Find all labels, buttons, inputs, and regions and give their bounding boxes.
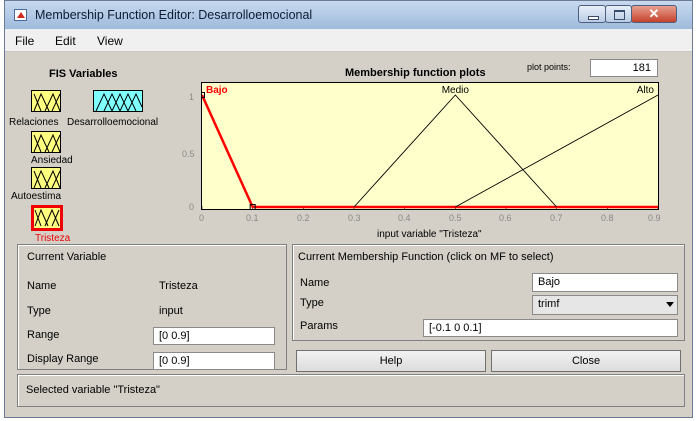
help-button[interactable]: Help [296,350,486,372]
mf-type-value: trimf [538,298,560,310]
cv-name-label: Name [27,280,57,292]
mf-type-select[interactable]: trimf [532,295,678,315]
x-tick: 0.8 [601,213,614,223]
mf-series-alto[interactable] [455,94,658,208]
menu-view[interactable]: View [97,34,123,48]
window-title: Membership Function Editor: Desarrolloem… [35,8,313,22]
minimize-button[interactable] [578,5,606,23]
y-tick-1: 1 [189,92,195,102]
close-button[interactable]: Close [491,350,681,372]
y-tick-0: 0 [189,202,195,212]
current-mf-heading: Current Membership Function (click on MF… [298,251,554,263]
mf-label-bajo[interactable]: Bajo [206,85,228,96]
mf-plot-area[interactable]: Bajo Medio Alto [201,82,659,210]
cv-range-input[interactable]: [0 0.9] [153,327,275,345]
fis-var-relaciones-label: Relaciones [9,117,59,128]
close-icon: ✕ [648,6,660,21]
mf-name-label: Name [300,277,330,289]
fis-var-autoestima-label: Autoestima [11,191,62,202]
mf-series-medio[interactable] [353,94,558,208]
cv-display-range-label: Display Range [27,353,99,365]
fis-var-desarrolloemocional-label: Desarrolloemocional [67,117,159,128]
fis-var-autoestima-icon[interactable] [31,167,61,189]
menu-file[interactable]: File [15,34,34,48]
cv-name-value: Tristeza [159,280,198,292]
x-tick: 0.3 [348,213,361,223]
matlab-app-icon [14,9,27,21]
status-text: Selected variable "Tristeza" [26,384,160,396]
fis-var-ansiedad-label: Ansiedad [31,155,73,166]
mf-type-label: Type [300,297,324,309]
fis-var-relaciones-icon[interactable] [31,90,61,112]
x-tick: 0.6 [499,213,512,223]
menu-edit[interactable]: Edit [55,34,76,48]
plot-x-axis-label: input variable "Tristeza" [377,229,482,240]
x-tick: 0.5 [449,213,462,223]
editor-window: Membership Function Editor: Desarrolloem… [4,0,693,418]
mf-label-alto[interactable]: Alto [637,85,655,96]
plot-title: Membership function plots [345,67,486,79]
maximize-button[interactable] [605,5,632,23]
x-tick: 0.1 [246,213,259,223]
cv-type-value: input [159,305,183,317]
plot-points-input[interactable]: 181 [590,59,658,77]
x-tick: 0 [199,213,205,223]
x-tick: 0.7 [550,213,563,223]
cv-range-label: Range [27,329,60,341]
status-panel: Selected variable "Tristeza" [17,374,685,407]
mf-params-label: Params [300,320,338,332]
y-tick-0-5: 0.5 [182,149,195,159]
fis-var-ansiedad-icon[interactable] [31,131,61,153]
mf-params-input[interactable]: [-0.1 0 0.1] [423,319,678,337]
fis-var-desarrolloemocional-icon[interactable] [93,90,143,112]
fis-var-tristeza-label: Tristeza [35,233,71,244]
chevron-down-icon [666,302,674,307]
current-variable-heading: Current Variable [27,251,107,263]
fis-var-tristeza-icon[interactable] [31,205,63,231]
mf-series-bajo[interactable] [202,94,658,209]
x-tick: 0.4 [398,213,411,223]
title-bar[interactable]: Membership Function Editor: Desarrolloem… [5,1,692,29]
x-tick: 0.2 [297,213,310,223]
mf-name-input[interactable]: Bajo [532,273,678,292]
cv-display-range-input[interactable]: [0 0.9] [153,352,275,370]
plot-points-label: plot points: [527,62,571,72]
mf-label-medio[interactable]: Medio [442,85,470,96]
menu-bar: File Edit View [5,29,692,52]
close-window-button[interactable]: ✕ [631,5,677,23]
x-tick: 0.9 [648,213,661,223]
cv-type-label: Type [27,305,51,317]
mf-plot-svg[interactable]: Bajo Medio Alto [202,83,658,209]
fis-variables-title: FIS Variables [49,68,118,80]
